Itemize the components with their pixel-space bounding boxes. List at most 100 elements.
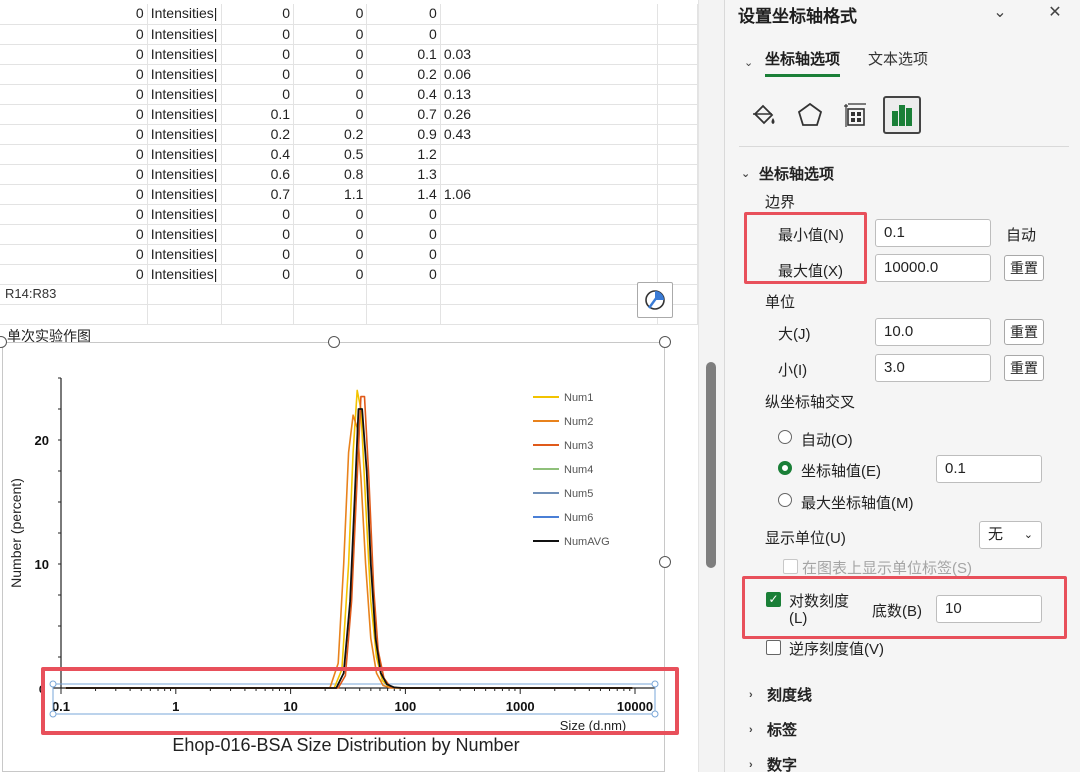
table-cell[interactable]: 0 <box>0 4 148 25</box>
table-cell[interactable]: 0.13 <box>440 84 659 105</box>
table-cell[interactable]: 0 <box>0 244 148 265</box>
table-cell[interactable] <box>440 224 659 245</box>
table-cell[interactable] <box>657 104 698 125</box>
table-cell[interactable] <box>366 284 441 305</box>
table-cell[interactable]: Intensities| <box>147 4 222 25</box>
table-cell[interactable]: 0 <box>366 4 441 25</box>
table-cell[interactable]: Intensities| <box>147 64 222 85</box>
log-base-input[interactable]: 10 <box>936 595 1042 623</box>
crosses-auto-radio[interactable] <box>778 430 792 444</box>
effects-category-button[interactable] <box>791 96 829 134</box>
table-cell[interactable] <box>440 144 659 165</box>
table-cell[interactable] <box>440 304 659 325</box>
table-cell[interactable]: 0 <box>0 264 148 285</box>
table-row[interactable]: 0 Intensities| 0 0 0 <box>0 244 698 265</box>
table-row[interactable]: 0 Intensities| 0.7 1.1 1.4 1.06 <box>0 184 698 205</box>
table-cell[interactable]: 0 <box>221 4 295 25</box>
table-cell[interactable] <box>147 304 222 325</box>
table-row[interactable]: 0 Intensities| 0 0 0 <box>0 4 698 25</box>
table-row[interactable]: 0 Intensities| 0 0 0 <box>0 204 698 225</box>
table-cell[interactable]: Intensities| <box>147 144 222 165</box>
table-cell[interactable]: 0 <box>0 164 148 185</box>
min-bound-input[interactable]: 0.1 <box>875 219 991 247</box>
table-cell[interactable]: 0.9 <box>366 124 441 145</box>
table-cell[interactable]: 1.3 <box>366 164 441 185</box>
table-row[interactable]: 0 Intensities| 0 0 0 <box>0 24 698 45</box>
table-cell[interactable]: 0 <box>221 224 295 245</box>
tab-text-options[interactable]: 文本选项 <box>868 48 928 77</box>
table-cell[interactable]: 0 <box>366 264 441 285</box>
table-row[interactable] <box>0 284 698 305</box>
table-cell[interactable]: 0.4 <box>366 84 441 105</box>
major-unit-reset-button[interactable]: 重置 <box>1004 319 1044 345</box>
chart-resize-handle[interactable] <box>659 556 671 568</box>
table-cell[interactable] <box>657 44 698 65</box>
table-cell[interactable] <box>657 84 698 105</box>
table-row[interactable]: 0 Intensities| 0.1 0 0.7 0.26 <box>0 104 698 125</box>
table-cell[interactable]: 0 <box>221 204 295 225</box>
table-cell[interactable]: 0.2 <box>366 64 441 85</box>
crosses-max-radio[interactable] <box>778 493 792 507</box>
size-properties-category-button[interactable] <box>837 96 875 134</box>
table-cell[interactable]: 0 <box>0 84 148 105</box>
table-cell[interactable] <box>657 184 698 205</box>
crosses-axis-value-input[interactable]: 0.1 <box>936 455 1042 483</box>
table-cell[interactable]: 0 <box>293 64 368 85</box>
table-cell[interactable]: 0 <box>221 84 295 105</box>
table-cell[interactable]: 0 <box>293 84 368 105</box>
table-cell[interactable]: Intensities| <box>147 184 222 205</box>
table-cell[interactable]: 0 <box>293 4 368 25</box>
table-cell[interactable]: 0 <box>0 224 148 245</box>
max-bound-input[interactable]: 10000.0 <box>875 254 991 282</box>
table-cell[interactable]: 0.43 <box>440 124 659 145</box>
table-row[interactable] <box>0 304 698 325</box>
table-cell[interactable]: 0.7 <box>221 184 295 205</box>
quick-analysis-button[interactable] <box>637 282 673 318</box>
table-cell[interactable] <box>147 284 222 305</box>
log-scale-checkbox[interactable]: ✓ <box>766 592 781 607</box>
minor-unit-reset-button[interactable]: 重置 <box>1004 355 1044 381</box>
table-cell[interactable] <box>440 264 659 285</box>
table-cell[interactable] <box>657 124 698 145</box>
table-cell[interactable]: 0 <box>0 24 148 45</box>
data-grid[interactable]: 0 Intensities| 0 0 0 0 Intensities| 0 0 0 0 Intensi… <box>0 4 698 325</box>
table-cell[interactable] <box>657 64 698 85</box>
table-cell[interactable] <box>657 224 698 245</box>
table-cell[interactable] <box>293 304 368 325</box>
table-cell[interactable]: 0 <box>293 104 368 125</box>
show-units-label-checkbox[interactable] <box>783 559 798 574</box>
table-cell[interactable] <box>440 204 659 225</box>
section-labels[interactable]: › 标签 <box>749 719 797 740</box>
table-cell[interactable]: 0.8 <box>293 164 368 185</box>
table-row[interactable]: 0 Intensities| 0 0 0 <box>0 264 698 285</box>
display-units-select[interactable]: 无 ⌄ <box>979 521 1042 549</box>
table-cell[interactable]: 0 <box>221 24 295 45</box>
chart-resize-handle[interactable] <box>328 336 340 348</box>
chart-resize-handle[interactable] <box>659 336 671 348</box>
table-cell[interactable]: 0 <box>293 264 368 285</box>
table-row[interactable]: 0 Intensities| 0 0 0.1 0.03 <box>0 44 698 65</box>
table-cell[interactable]: Intensities| <box>147 84 222 105</box>
table-cell[interactable] <box>0 304 148 325</box>
section-number[interactable]: › 数字 <box>749 754 797 772</box>
major-unit-input[interactable]: 10.0 <box>875 318 991 346</box>
table-cell[interactable] <box>657 204 698 225</box>
table-cell[interactable]: 0 <box>0 104 148 125</box>
table-cell[interactable]: 0 <box>366 24 441 45</box>
sheet-scrollbar[interactable] <box>698 0 724 772</box>
table-row[interactable]: 0 Intensities| 0 0 0 <box>0 224 698 245</box>
table-cell[interactable]: 0.1 <box>221 104 295 125</box>
section-tick-marks[interactable]: › 刻度线 <box>749 684 812 705</box>
table-cell[interactable]: 0 <box>221 264 295 285</box>
table-cell[interactable]: Intensities| <box>147 164 222 185</box>
table-cell[interactable]: 0 <box>221 44 295 65</box>
table-cell[interactable] <box>293 284 368 305</box>
table-cell[interactable]: 0.06 <box>440 64 659 85</box>
table-cell[interactable] <box>657 164 698 185</box>
table-cell[interactable]: 1.4 <box>366 184 441 205</box>
table-cell[interactable]: 0 <box>293 44 368 65</box>
table-cell[interactable]: 0 <box>0 184 148 205</box>
table-cell[interactable]: 1.2 <box>366 144 441 165</box>
table-cell[interactable] <box>657 244 698 265</box>
minor-unit-input[interactable]: 3.0 <box>875 354 991 382</box>
